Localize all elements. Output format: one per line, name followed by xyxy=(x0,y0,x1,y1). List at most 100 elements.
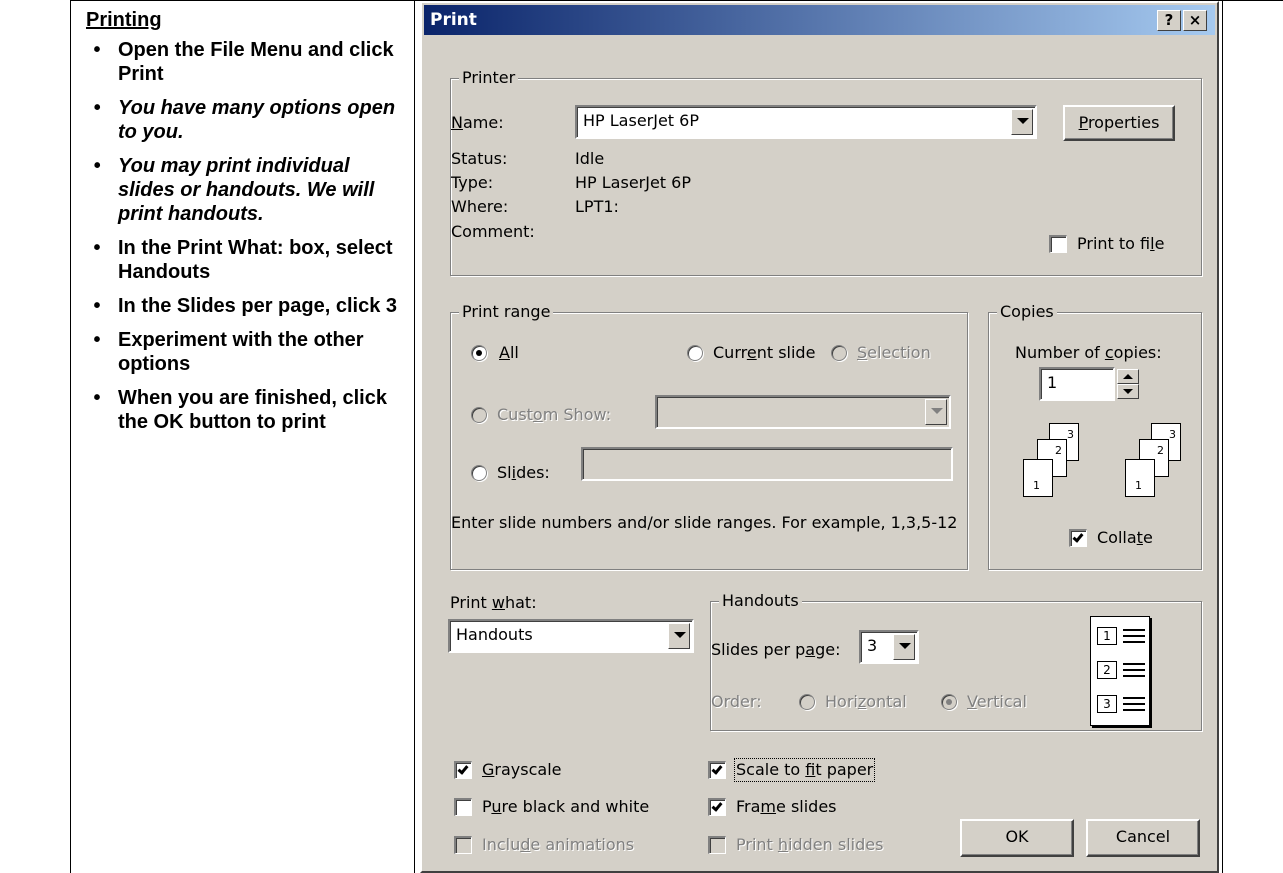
dialog-titlebar[interactable]: Print ? × xyxy=(424,5,1215,35)
instruction-text: Open the File Menu and click Print xyxy=(118,39,394,85)
include-animations-checkbox[interactable] xyxy=(454,836,472,854)
selection-label: Selection xyxy=(857,343,931,362)
number-of-copies-label: Number of copies: xyxy=(1015,343,1162,362)
scale-to-fit-label: Scale to fit paper xyxy=(733,758,876,782)
frame-slides-checkbox[interactable] xyxy=(708,798,726,816)
print-to-file-label: Print to file xyxy=(1077,234,1165,253)
horizontal-label: Horizontal xyxy=(825,692,907,711)
print-range-group: Print range All Current slide Selection … xyxy=(450,302,968,570)
bullet-icon: • xyxy=(93,329,101,351)
bullet-icon: • xyxy=(93,155,101,177)
chevron-down-icon[interactable] xyxy=(925,399,947,425)
close-button[interactable]: × xyxy=(1183,10,1207,31)
chevron-down-icon[interactable] xyxy=(1011,109,1033,135)
print-hidden-checkbox[interactable] xyxy=(708,836,726,854)
bullet-icon: • xyxy=(93,39,101,61)
layout-row: 1 xyxy=(1097,625,1145,647)
instruction-item: • Experiment with the other options xyxy=(86,328,408,376)
instructions-list: • Open the File Menu and click Print • You … xyxy=(86,38,408,434)
bullet-icon: • xyxy=(93,295,101,317)
pure-black-white-checkbox[interactable] xyxy=(454,798,472,816)
ok-button[interactable]: OK xyxy=(960,819,1074,857)
chevron-down-icon[interactable] xyxy=(668,623,690,649)
table-left-border xyxy=(70,0,71,873)
where-value: LPT1: xyxy=(575,197,619,216)
custom-show-radio[interactable] xyxy=(471,407,487,423)
copies-value: 1 xyxy=(1047,373,1058,392)
all-radio[interactable] xyxy=(471,345,487,361)
bullet-icon: • xyxy=(93,237,101,259)
table-right-divider xyxy=(1222,0,1223,873)
current-slide-radio[interactable] xyxy=(687,345,703,361)
name-label: Name: xyxy=(451,113,504,132)
print-to-file-checkbox[interactable] xyxy=(1049,235,1067,253)
instructions-cell: Printing • Open the File Menu and click P… xyxy=(86,8,408,444)
where-label: Where: xyxy=(451,197,509,216)
print-what-label: Print what: xyxy=(450,593,537,612)
frame-slides-label: Frame slides xyxy=(736,797,837,816)
instructions-heading: Printing xyxy=(86,9,162,31)
order-label: Order: xyxy=(711,692,762,711)
custom-show-select[interactable] xyxy=(655,395,951,429)
slides-input[interactable] xyxy=(581,447,953,481)
close-icon: × xyxy=(1188,11,1202,29)
instruction-text: Experiment with the other options xyxy=(118,329,364,375)
vertical-radio[interactable] xyxy=(941,694,957,710)
scale-to-fit-checkbox[interactable] xyxy=(708,761,726,779)
bullet-icon: • xyxy=(93,387,101,409)
instruction-text: When you are finished, click the OK butt… xyxy=(118,387,387,433)
all-label: All xyxy=(499,343,519,362)
instruction-item: • In the Slides per page, click 3 xyxy=(86,294,408,318)
selection-radio[interactable] xyxy=(831,345,847,361)
instruction-item: • You have many options open to you. xyxy=(86,96,408,144)
layout-row: 2 xyxy=(1097,659,1145,681)
copies-input[interactable]: 1 xyxy=(1039,367,1115,401)
slides-per-page-value: 3 xyxy=(867,636,878,655)
print-hidden-label: Print hidden slides xyxy=(736,835,884,854)
layout-row: 3 xyxy=(1097,693,1145,715)
type-label: Type: xyxy=(451,173,494,192)
print-range-group-label: Print range xyxy=(459,302,554,322)
radio-dot xyxy=(476,350,482,356)
current-slide-label: Current slide xyxy=(713,343,816,362)
grayscale-checkbox[interactable] xyxy=(454,761,472,779)
status-label: Status: xyxy=(451,149,508,168)
instruction-text: In the Slides per page, click 3 xyxy=(118,295,397,317)
collate-label: Collate xyxy=(1097,528,1153,547)
print-what-select[interactable]: Handouts xyxy=(448,619,694,653)
cancel-button[interactable]: Cancel xyxy=(1086,819,1200,857)
dialog-title: Print xyxy=(430,10,477,30)
copies-group: Copies Number of copies: 1 3 2 1 3 2 1 C… xyxy=(988,302,1202,570)
spin-down-icon[interactable] xyxy=(1117,384,1139,399)
handout-layout-icon: 1 2 3 xyxy=(1090,616,1150,726)
instruction-item: • When you are finished, click the OK but… xyxy=(86,386,408,434)
properties-button[interactable]: Properties xyxy=(1063,105,1175,141)
horizontal-radio[interactable] xyxy=(799,694,815,710)
page-icon: 1 xyxy=(1023,459,1053,497)
status-value: Idle xyxy=(575,149,605,168)
printer-name-value: HP LaserJet 6P xyxy=(583,111,699,130)
chevron-down-icon[interactable] xyxy=(893,634,915,660)
slides-per-page-label: Slides per page: xyxy=(711,640,841,659)
copies-spinner[interactable] xyxy=(1117,369,1139,399)
spin-up-icon[interactable] xyxy=(1117,369,1139,384)
bullet-icon: • xyxy=(93,97,101,119)
help-button[interactable]: ? xyxy=(1157,10,1181,31)
handouts-group-label: Handouts xyxy=(719,591,802,611)
slides-per-page-select[interactable]: 3 xyxy=(859,630,919,664)
comment-label: Comment: xyxy=(451,222,535,241)
check-icon xyxy=(711,763,723,775)
radio-dot xyxy=(946,699,952,705)
help-icon: ? xyxy=(1164,11,1174,29)
slide-range-hint: Enter slide numbers and/or slide ranges.… xyxy=(451,513,958,532)
printer-group: Printer Name: HP LaserJet 6P Properties … xyxy=(450,68,1202,276)
printer-name-select[interactable]: HP LaserJet 6P xyxy=(575,105,1037,139)
custom-show-label: Custom Show: xyxy=(497,405,612,424)
check-icon xyxy=(711,800,723,812)
table-column-divider xyxy=(414,0,415,873)
instruction-text: In the Print What: box, select Handouts xyxy=(118,237,393,283)
collate-checkbox[interactable] xyxy=(1069,529,1087,547)
type-value: HP LaserJet 6P xyxy=(575,173,691,192)
slides-radio[interactable] xyxy=(471,465,487,481)
copies-group-label: Copies xyxy=(997,302,1057,322)
